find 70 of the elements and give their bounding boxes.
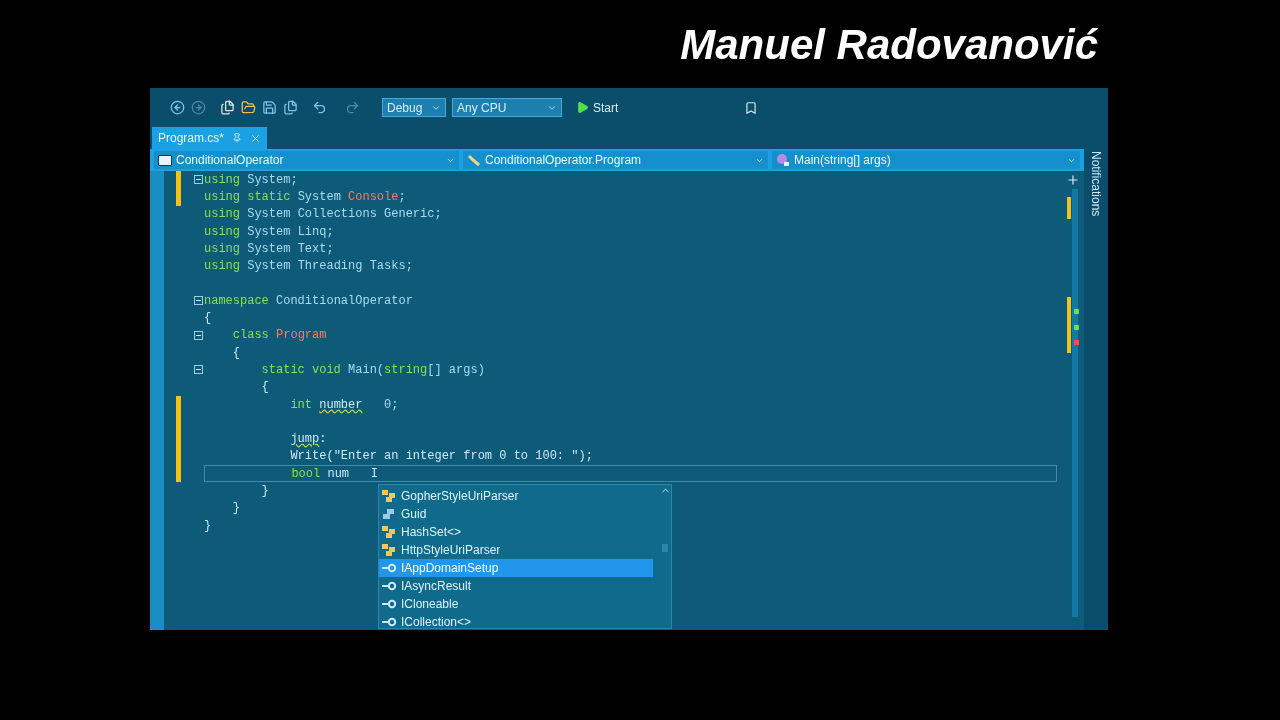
- completion-label: IAppDomainSetup: [401, 560, 499, 577]
- bookmark-icon[interactable]: [744, 100, 759, 115]
- completion-item[interactable]: IAppDomainSetup: [379, 559, 653, 577]
- class-icon: [381, 489, 397, 503]
- completion-item[interactable]: GopherStyleUriParser: [379, 487, 659, 505]
- collapse-icon[interactable]: [193, 296, 203, 306]
- collapse-icon[interactable]: [193, 175, 203, 185]
- completion-item[interactable]: HttpStyleUriParser: [379, 541, 659, 559]
- side-panel-tab[interactable]: Notifications: [1087, 151, 1105, 217]
- completion-label: ICollection<>: [401, 614, 472, 631]
- code-line: using System;: [204, 171, 298, 189]
- struct-icon: [382, 508, 396, 520]
- completion-item[interactable]: ICollection<>: [379, 613, 659, 631]
- save-icon[interactable]: [262, 100, 277, 115]
- collapse-icon[interactable]: [193, 330, 203, 340]
- code-line: bool num I: [290, 465, 378, 483]
- code-line: int number 0;: [289, 396, 399, 414]
- configuration-dropdown[interactable]: Debug: [382, 98, 446, 117]
- navigation-value: ConditionalOperator.Program: [485, 152, 643, 169]
- class-icon: [381, 543, 397, 557]
- completion-label: HashSet<>: [401, 524, 462, 541]
- completion-item[interactable]: ICloneable: [379, 595, 659, 613]
- code-line: {: [204, 310, 212, 328]
- folder-icon[interactable]: [241, 100, 256, 115]
- platform-dropdown[interactable]: Any CPU: [452, 98, 562, 117]
- code-line: {: [231, 344, 240, 362]
- completion-item[interactable]: Guid: [379, 505, 659, 523]
- code-line: static void Main(string[] args): [260, 361, 485, 379]
- completion-label: IAsyncResult: [401, 578, 472, 595]
- interface-icon: [381, 581, 397, 591]
- completion-label: HttpStyleUriParser: [401, 542, 501, 559]
- completion-label: ICloneable: [401, 596, 459, 613]
- class-icon: [381, 525, 397, 539]
- code-line: {: [260, 379, 269, 397]
- code-line: using System Linq;: [204, 223, 334, 241]
- code-line: }: [204, 517, 212, 535]
- navigation-value: ConditionalOperator: [176, 152, 285, 169]
- navigation-dropdown[interactable]: ConditionalOperator: [154, 151, 459, 169]
- completion-item[interactable]: HashSet<>: [379, 523, 659, 541]
- undo-icon[interactable]: [312, 100, 327, 115]
- code-line: using System Collections Generic;: [204, 206, 442, 224]
- navigation-dropdown[interactable]: ConditionalOperator.Program: [463, 151, 768, 169]
- collapse-icon[interactable]: [193, 365, 203, 375]
- interface-icon: [381, 617, 397, 627]
- navigation-dropdown[interactable]: Main(string[] args): [772, 151, 1080, 169]
- completion-label: GopherStyleUriParser: [401, 488, 519, 505]
- completion-item[interactable]: IAsyncResult: [379, 577, 659, 595]
- split-icon[interactable]: [1066, 173, 1080, 187]
- save-all-icon[interactable]: [283, 100, 298, 115]
- project-icon: [158, 154, 172, 166]
- interface-icon: [381, 563, 397, 573]
- code-line: jump:: [289, 431, 327, 449]
- back-icon[interactable]: [170, 100, 185, 115]
- code-line: using static System Console;: [204, 188, 406, 206]
- code-line: using System Threading Tasks;: [204, 258, 413, 276]
- code-line: Write("Enter an integer from 0 to 100: ");: [289, 448, 593, 466]
- code-line: }: [231, 500, 240, 518]
- play-icon: [576, 101, 589, 114]
- navigation-value: Main(string[] args): [794, 152, 892, 169]
- interface-icon: [381, 599, 397, 609]
- code-line: using System Text;: [204, 240, 334, 258]
- code-line: class Program: [231, 327, 327, 345]
- completion-label: Guid: [401, 506, 427, 523]
- tab-label: Program.cs*: [158, 130, 225, 147]
- code-line: namespace ConditionalOperator: [204, 292, 413, 310]
- start-button[interactable]: Start: [576, 98, 619, 117]
- new-project-icon[interactable]: [220, 100, 235, 115]
- code-line: }: [260, 483, 269, 500]
- scroll-thumb[interactable]: [662, 544, 668, 552]
- overlay-title: Manuel Radovanović: [680, 19, 1098, 70]
